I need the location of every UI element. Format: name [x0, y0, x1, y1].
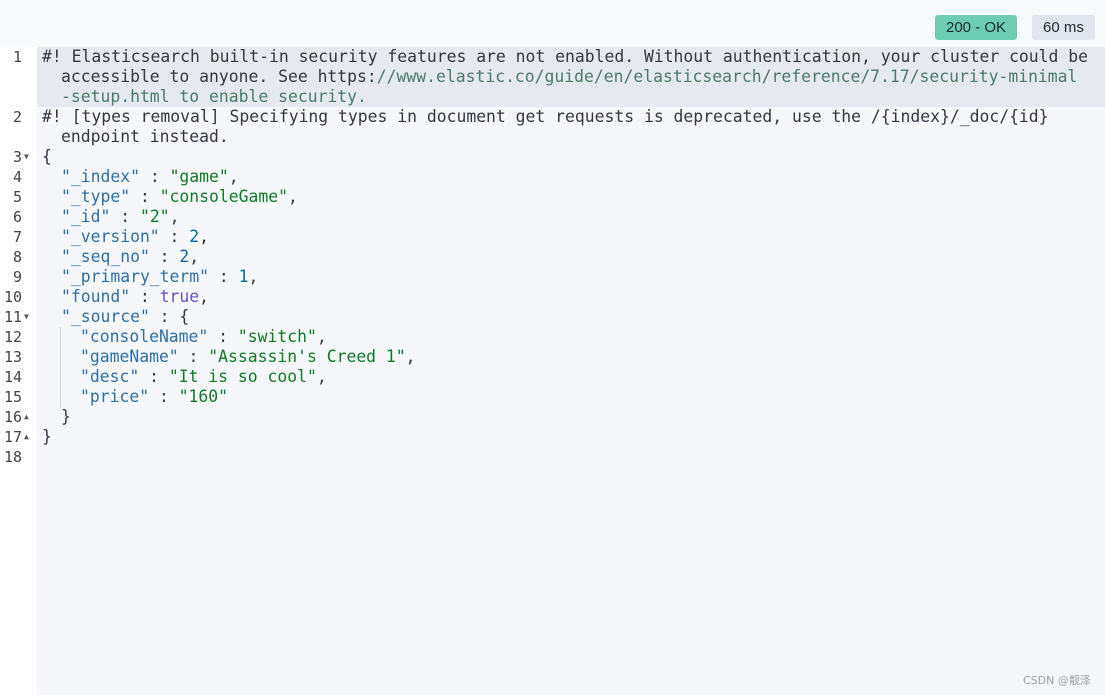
- line-number: 11: [3, 308, 22, 326]
- line-number: 2: [12, 108, 22, 126]
- code-line: "_id" : "2",: [61, 207, 180, 226]
- code-line: #! [types removal] Specifying types in d…: [42, 107, 1049, 126]
- json-key: "gameName": [80, 347, 179, 366]
- json-key: "_id": [61, 207, 111, 226]
- code-line: }: [42, 427, 52, 446]
- line-number: 1: [12, 48, 22, 66]
- code-line: -setup.html to enable security.: [61, 87, 367, 106]
- line-number: 15: [3, 388, 22, 406]
- line-number: 14: [3, 368, 22, 386]
- code-line: accessible to anyone. See https://www.el…: [61, 67, 1077, 87]
- line-number: 18: [3, 448, 22, 466]
- fold-end-icon: ▲: [24, 412, 29, 421]
- fold-end-icon: ▲: [24, 432, 29, 441]
- line-number: 12: [3, 328, 22, 346]
- json-value: 2: [189, 227, 200, 246]
- json-value: "consoleGame": [159, 187, 288, 206]
- json-value: "It is so cool": [168, 367, 317, 386]
- line-number: 3: [12, 148, 22, 166]
- line-number: 4: [12, 168, 22, 186]
- json-value: "2": [139, 207, 170, 226]
- json-key: "price": [80, 387, 150, 406]
- json-key: "found": [61, 287, 131, 306]
- line-number: 17: [3, 428, 22, 446]
- json-value: 1: [238, 267, 249, 286]
- code-line: "_type" : "consoleGame",: [61, 187, 298, 206]
- line-number: 8: [12, 248, 22, 266]
- line-number: 5: [12, 188, 22, 206]
- code-line: "price" : "160": [80, 387, 229, 406]
- code-line: endpoint instead.: [61, 127, 229, 146]
- code-line: "_index" : "game",: [61, 167, 239, 186]
- comment-url: //www.elastic.co/guide/en/elasticsearch/…: [376, 67, 1078, 86]
- code-line: }: [61, 407, 71, 426]
- code-line: "gameName" : "Assassin's Creed 1",: [80, 347, 416, 366]
- response-time-badge: 60 ms: [1032, 15, 1095, 40]
- watermark: CSDN @靓泽: [1023, 674, 1091, 687]
- json-key: "consoleName": [80, 327, 209, 346]
- comment-text: accessible to anyone. See https:: [61, 67, 377, 86]
- json-value: "Assassin's Creed 1": [208, 347, 406, 366]
- line-number: 7: [12, 228, 22, 246]
- response-header: 200 - OK 60 ms: [0, 0, 1105, 47]
- line-number: 9: [12, 268, 22, 286]
- json-key: "_type": [61, 187, 131, 206]
- json-key: "_seq_no": [61, 247, 150, 266]
- indent-guide: [60, 327, 61, 407]
- json-value: "switch": [237, 327, 317, 346]
- line-number: 13: [3, 348, 22, 366]
- line-number: 6: [12, 208, 22, 226]
- code-line: "_seq_no" : 2,: [61, 247, 200, 266]
- code-line: "consoleName" : "switch",: [80, 327, 327, 346]
- fold-toggle-icon[interactable]: ▼: [24, 307, 29, 327]
- json-value: true: [159, 287, 200, 306]
- code-line: "_primary_term" : 1,: [61, 267, 259, 286]
- code-line: "_version" : 2,: [61, 227, 210, 246]
- fold-toggle-icon[interactable]: ▼: [24, 147, 29, 167]
- line-number: 16: [3, 408, 22, 426]
- json-value: "game": [169, 167, 229, 186]
- code-line: {: [42, 147, 52, 166]
- code-line: "desc" : "It is so cool",: [80, 367, 327, 386]
- line-number: 10: [3, 288, 22, 306]
- json-key: "_index": [61, 167, 140, 186]
- status-badge: 200 - OK: [935, 15, 1018, 40]
- response-editor[interactable]: 1 2 3 4 5 6 7 8 9 10 11 12 13 14 15 16 1…: [0, 47, 1105, 695]
- code-line: #! Elasticsearch built-in security featu…: [42, 47, 1089, 66]
- json-value: 2: [179, 247, 190, 266]
- json-key: "_version": [61, 227, 160, 246]
- json-key: "_source": [61, 307, 150, 326]
- json-value: "160": [178, 387, 229, 406]
- code-line: "_source" : {: [61, 307, 190, 326]
- code-line: "found" : true,: [61, 287, 210, 306]
- json-key: "desc": [80, 367, 140, 386]
- json-key: "_primary_term": [61, 267, 210, 286]
